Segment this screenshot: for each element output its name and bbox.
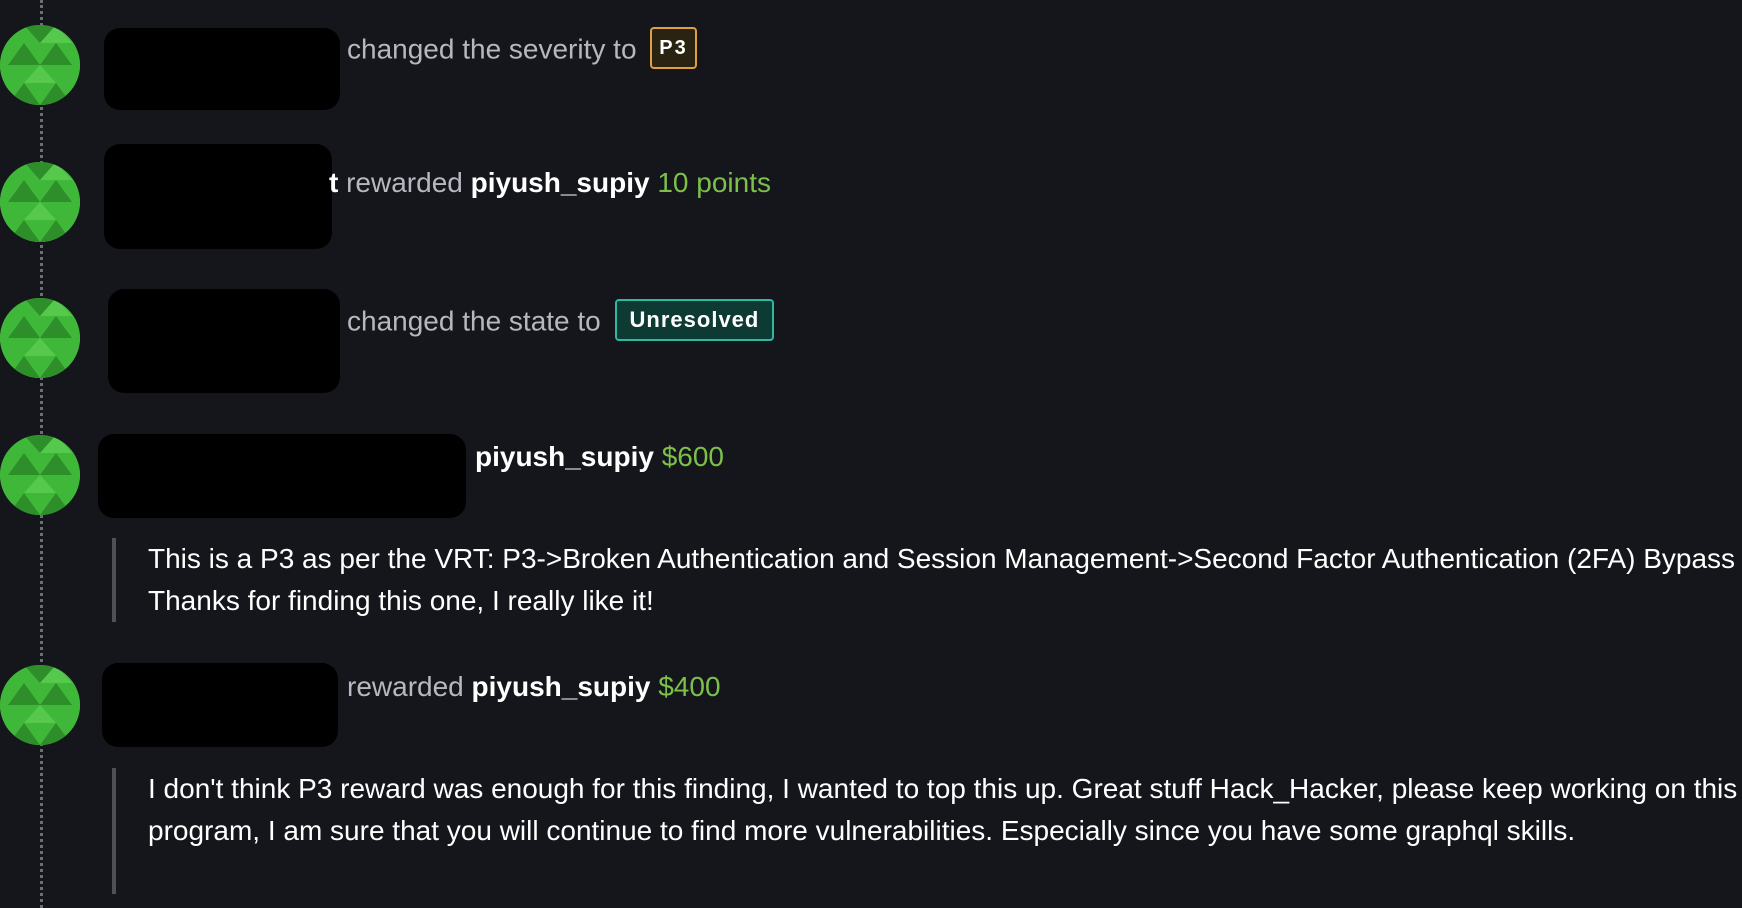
comment-block: I don't think P3 reward was enough for t… [112, 768, 1742, 894]
action-text: rewarded [346, 167, 463, 198]
reward-recipient[interactable]: piyush_supiy [475, 441, 654, 472]
reward-amount: $600 [661, 441, 725, 472]
avatar-identicon-icon [0, 162, 80, 242]
event-text: changed the state to Unresolved [347, 299, 775, 344]
avatar[interactable] [0, 435, 80, 515]
reward-recipient[interactable]: piyush_supiy [472, 671, 651, 702]
comment-text: I don't think P3 reward was enough for t… [148, 773, 1738, 846]
avatar-identicon-icon [0, 25, 80, 105]
redacted-username [104, 28, 340, 110]
redacted-username [102, 663, 338, 747]
reward-recipient[interactable]: piyush_supiy [471, 167, 650, 198]
severity-badge: P3 [650, 27, 697, 69]
partial-username-fragment: t [329, 167, 339, 198]
redacted-username [104, 144, 332, 249]
comment-text: This is a P3 as per the VRT: P3->Broken … [148, 543, 1736, 616]
action-text: rewarded [347, 671, 464, 702]
event-text: t rewarded piyush_supiy 10 points [329, 166, 771, 200]
action-text: changed the severity to [347, 33, 637, 65]
avatar[interactable] [0, 162, 80, 242]
avatar[interactable] [0, 665, 80, 745]
avatar-identicon-icon [0, 435, 80, 515]
event-text: piyush_supiy $600 [475, 440, 724, 474]
action-text: changed the state to [347, 305, 601, 337]
comment-block: This is a P3 as per the VRT: P3->Broken … [112, 538, 1742, 622]
avatar[interactable] [0, 25, 80, 105]
reward-amount: $400 [658, 671, 721, 702]
avatar-identicon-icon [0, 298, 80, 378]
state-badge: Unresolved [614, 299, 775, 341]
redacted-username [98, 434, 466, 518]
avatar-identicon-icon [0, 665, 80, 745]
event-text: changed the severity to P3 [347, 27, 697, 72]
avatar[interactable] [0, 298, 80, 378]
redacted-username [108, 289, 340, 393]
event-text: rewarded piyush_supiy $400 [347, 670, 721, 704]
reward-amount: 10 points [657, 167, 771, 198]
